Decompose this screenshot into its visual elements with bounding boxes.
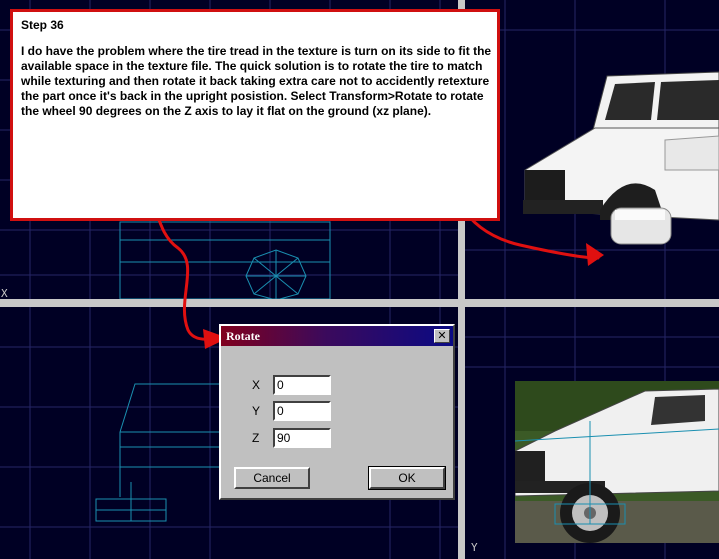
cancel-button[interactable]: Cancel xyxy=(234,467,310,489)
x-label: X xyxy=(252,378,261,392)
z-label: Z xyxy=(252,431,260,445)
x-rotation-input[interactable] xyxy=(273,375,331,395)
close-icon: ✕ xyxy=(437,329,447,342)
y-label: Y xyxy=(252,404,261,418)
step-title: Step 36 xyxy=(21,18,64,32)
jeep-photo-image xyxy=(515,381,719,543)
step-instructions: I do have the problem where the tire tre… xyxy=(21,44,492,118)
close-button[interactable]: ✕ xyxy=(434,329,450,343)
z-field-row: Z xyxy=(221,427,453,449)
dialog-titlebar[interactable]: Rotate ✕ xyxy=(221,326,453,346)
x-field-row: X xyxy=(221,374,453,396)
workspace: X Y Step 36 I do have the problem where … xyxy=(0,0,719,559)
dialog-title: Rotate xyxy=(226,328,260,343)
viewport-divider-horizontal[interactable] xyxy=(0,299,719,307)
y-field-row: Y xyxy=(221,400,453,422)
instruction-callout: Step 36 I do have the problem where the … xyxy=(10,9,500,221)
y-rotation-input[interactable] xyxy=(273,401,331,421)
axis-x-label: X xyxy=(1,287,8,299)
ok-button[interactable]: OK xyxy=(368,466,446,490)
rotate-dialog: Rotate ✕ X Y Z Cancel OK xyxy=(219,324,455,500)
jeep-render-image xyxy=(523,71,719,245)
axis-y-label: Y xyxy=(471,541,478,554)
z-rotation-input[interactable] xyxy=(273,428,331,448)
